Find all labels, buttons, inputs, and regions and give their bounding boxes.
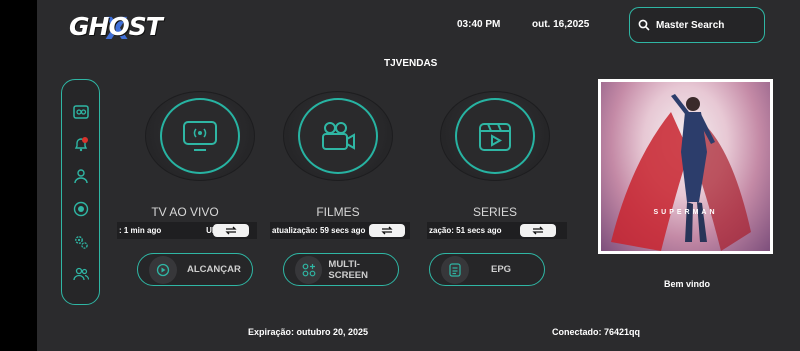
connected-text: Conectado: 76421qq bbox=[552, 327, 641, 337]
expiration-text: Expiração: outubro 20, 2025 bbox=[248, 327, 369, 337]
welcome-text: Bem vindo bbox=[664, 279, 711, 289]
master-search-button[interactable]: Master Search bbox=[629, 7, 765, 43]
live-tv-button[interactable] bbox=[160, 98, 240, 174]
logo-text: GHOST bbox=[69, 12, 163, 41]
featured-poster[interactable]: SUPERMAN bbox=[598, 79, 773, 254]
play-circle-icon bbox=[149, 255, 177, 284]
catch-up-label: ALCANÇAR bbox=[187, 264, 241, 275]
ghost-logo: X GHOST bbox=[69, 12, 163, 47]
users-icon[interactable] bbox=[73, 266, 89, 282]
multi-screen-button[interactable]: MULTI-SCREEN bbox=[283, 253, 399, 286]
clapperboard-play-icon bbox=[479, 123, 511, 151]
refresh-icon bbox=[532, 226, 544, 235]
epg-guide-icon bbox=[441, 255, 469, 284]
catch-up-button[interactable]: ALCANÇAR bbox=[137, 253, 253, 286]
grid-add-icon bbox=[295, 255, 323, 284]
movies-button[interactable] bbox=[298, 98, 378, 174]
series-refresh-button[interactable] bbox=[520, 224, 556, 237]
live-tv-icon bbox=[183, 121, 217, 151]
epg-label: EPG bbox=[491, 264, 512, 275]
tv-guide-icon[interactable] bbox=[73, 104, 89, 120]
settings-gears-icon[interactable] bbox=[73, 234, 89, 250]
movies-refresh-button[interactable] bbox=[369, 224, 405, 237]
movies-label: FILMES bbox=[316, 205, 360, 219]
series-label: SERIES bbox=[472, 205, 517, 219]
app-screen: X GHOST 03:40 PM out. 16,2025 Master Sea… bbox=[37, 0, 800, 351]
superman-poster-image: SUPERMAN bbox=[601, 82, 770, 251]
date: out. 16,2025 bbox=[532, 19, 590, 30]
poster-title: SUPERMAN bbox=[653, 209, 718, 216]
epg-button[interactable]: EPG bbox=[429, 253, 545, 286]
notification-bell-icon[interactable] bbox=[73, 136, 89, 152]
search-icon bbox=[638, 19, 650, 31]
sidebar bbox=[61, 79, 100, 305]
live-tv-label: TV AO VIVO bbox=[151, 205, 219, 219]
series-button[interactable] bbox=[455, 98, 535, 174]
profile-icon[interactable] bbox=[73, 168, 89, 184]
refresh-icon bbox=[225, 226, 237, 235]
movie-camera-icon bbox=[322, 122, 355, 150]
multi-screen-label: MULTI-SCREEN bbox=[328, 258, 368, 281]
search-label: Master Search bbox=[656, 19, 725, 31]
clock-time: 03:40 PM bbox=[457, 19, 501, 30]
account-name: TJVENDAS bbox=[384, 58, 438, 69]
record-icon[interactable] bbox=[73, 201, 89, 217]
live-tv-refresh-button[interactable] bbox=[213, 224, 249, 237]
refresh-icon bbox=[381, 226, 393, 235]
